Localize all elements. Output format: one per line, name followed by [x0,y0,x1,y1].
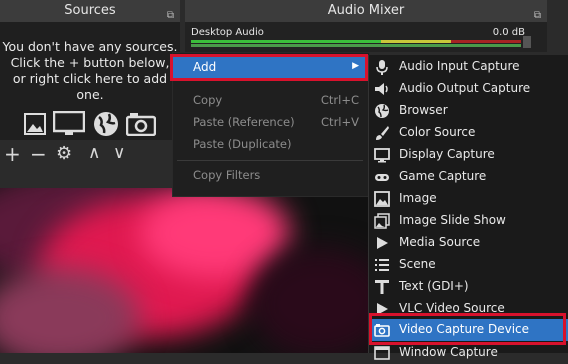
submenu-item-label: Game Capture [399,169,487,183]
video-capture-highlight-box [369,313,566,345]
volume-meter-green [191,40,381,43]
submenu-item-label: Audio Output Capture [399,81,531,95]
paste-reference-shortcut: Ctrl+V [321,115,359,129]
submenu-item-label: Window Capture [399,345,498,359]
sources-toolbar: + − ⚙ ∧ ∨ [0,141,180,166]
image-icon [24,113,47,135]
camera-icon [125,113,156,137]
audio-mixer-title: Audio Mixer [327,3,405,18]
move-source-up-button[interactable]: ∧ [88,143,100,163]
text-icon [375,280,389,294]
submenu-item-label: Media Source [399,235,481,249]
sources-dock-title: Sources ⧉ [0,0,180,22]
gamepad-icon [375,174,389,181]
submenu-item-color-source[interactable]: Color Source [369,122,568,144]
submenu-item-label: Browser [399,103,448,117]
submenu-item-image[interactable]: Image [369,188,568,210]
sources-list[interactable]: You don't have any sources. Click the + … [0,22,180,140]
menu-item-copy[interactable]: Copy [193,93,222,107]
paint-brush-icon [376,126,389,140]
monitor-icon [53,110,86,135]
submenu-item-audio-input-capture[interactable]: Audio Input Capture [369,56,568,78]
submenu-item-game-capture[interactable]: Game Capture [369,166,568,188]
globe-icon [375,104,389,118]
submenu-item-label: Audio Input Capture [399,59,520,73]
globe-icon [93,112,118,136]
list-icon [375,259,389,271]
volume-meter-yellow [381,40,451,43]
submenu-item-label: Image [399,191,437,205]
submenu-item-text-gdi[interactable]: Text (GDI+) [369,276,568,298]
audio-mixer-panel: Desktop Audio 0.0 dB [185,22,547,52]
add-submenu: Audio Input Capture Audio Output Capture… [368,55,568,360]
remove-source-button[interactable]: − [30,142,47,166]
volume-slider-track[interactable] [191,44,521,47]
microphone-icon [376,60,388,75]
submenu-item-label: Text (GDI+) [399,279,469,293]
empty-message-line: or right click here to add one. [12,71,168,102]
play-icon [377,237,388,249]
add-source-button[interactable]: + [4,142,21,166]
slideshow-icon [374,213,390,229]
menu-item-paste-duplicate[interactable]: Paste (Duplicate) [193,137,291,151]
submenu-item-label: Scene [399,257,436,271]
volume-meter-red [451,40,521,43]
submenu-item-label: Display Capture [399,147,495,161]
add-highlight-box [170,54,368,81]
submenu-item-label: Image Slide Show [399,213,506,227]
sources-title: Sources [64,3,116,18]
audio-mixer-dock-title: Audio Mixer ⧉ [185,0,547,22]
empty-message-line: Click the + button below, [10,55,170,70]
submenu-item-label: Color Source [399,125,476,139]
preview-canvas[interactable] [0,188,368,353]
submenu-item-image-slide-show[interactable]: Image Slide Show [369,210,568,232]
source-type-icons [0,110,180,137]
submenu-item-display-capture[interactable]: Display Capture [369,144,568,166]
copy-shortcut: Ctrl+C [320,93,359,107]
mixer-options-icon[interactable] [523,36,531,48]
submenu-item-audio-output-capture[interactable]: Audio Output Capture [369,78,568,100]
right-dock-edge [549,0,568,60]
submenu-item-media-source[interactable]: Media Source [369,232,568,254]
window-icon [374,346,390,360]
sources-empty-message: You don't have any sources. Click the + … [0,22,180,103]
context-menu: Add ▶ Copy Ctrl+C Paste (Reference) Ctrl… [170,52,370,197]
submenu-item-browser[interactable]: Browser [369,100,568,122]
audio-channel-name: Desktop Audio [191,27,264,38]
image-icon [374,191,390,207]
move-source-down-button[interactable]: ∨ [113,143,125,163]
empty-message-line: You don't have any sources. [2,39,178,54]
source-properties-button[interactable]: ⚙ [56,143,72,164]
submenu-item-scene[interactable]: Scene [369,254,568,276]
speaker-icon [375,83,388,95]
menu-separator [177,160,363,161]
audio-channel-level: 0.0 dB [492,27,525,38]
menu-item-copy-filters[interactable]: Copy Filters [193,168,260,182]
monitor-icon [374,148,390,163]
submenu-item-window-capture[interactable]: Window Capture [369,342,568,364]
menu-item-paste-reference[interactable]: Paste (Reference) [193,115,295,129]
